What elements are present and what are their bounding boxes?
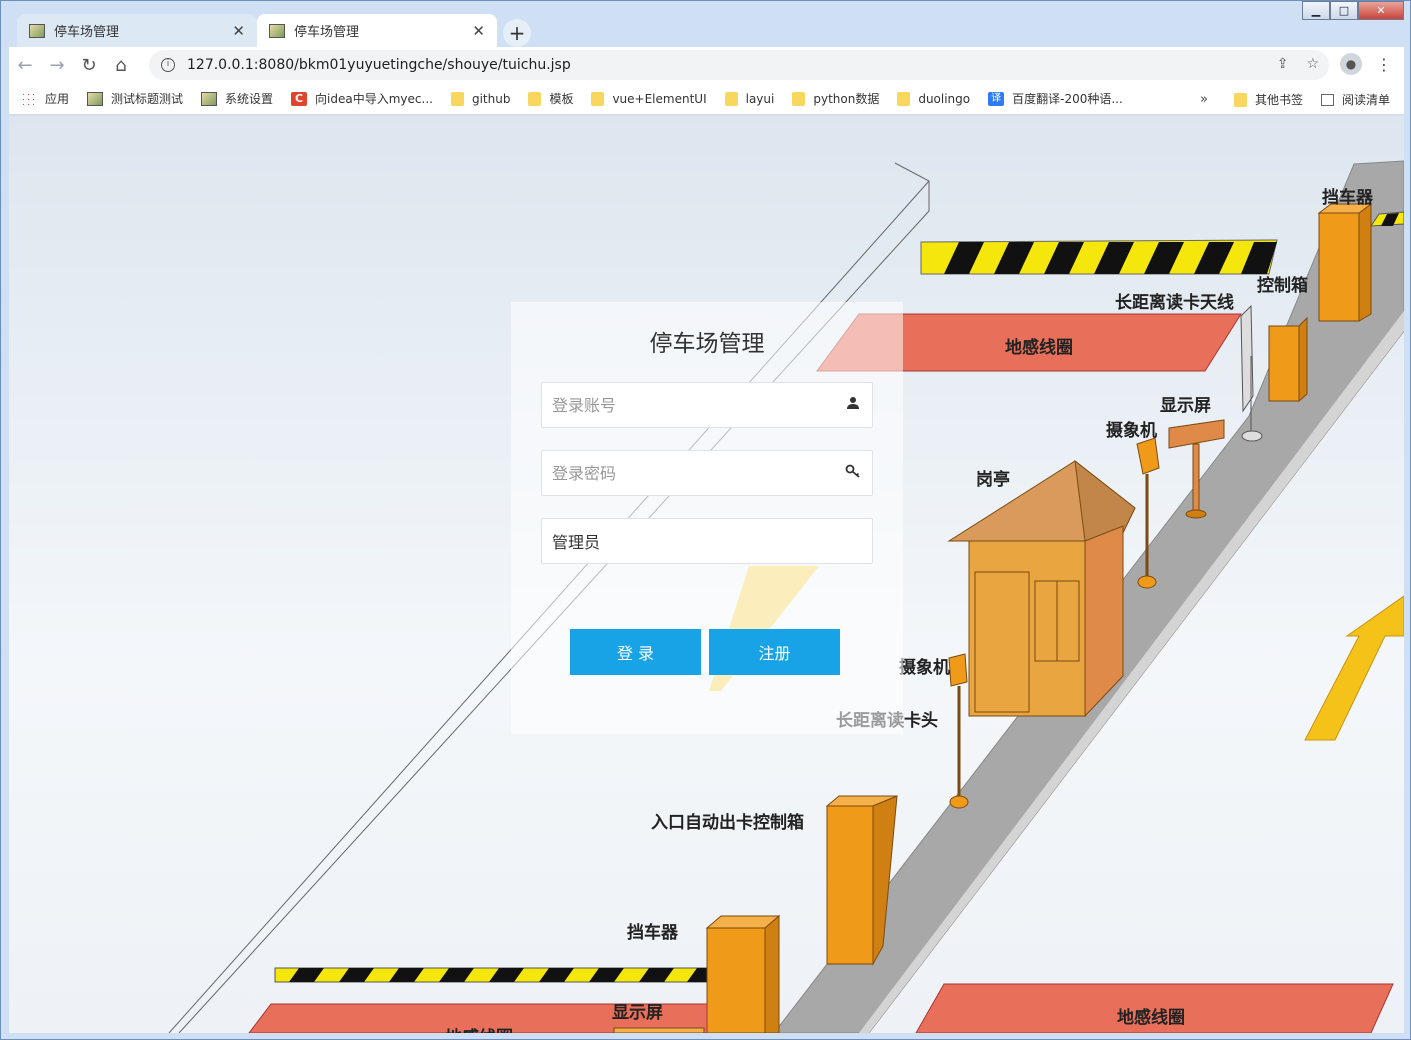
barrier-box-bottom — [705, 914, 781, 1033]
bookmark-other[interactable]: 其他书签 — [1233, 91, 1303, 108]
page-favicon-icon — [269, 23, 285, 38]
user-icon — [844, 396, 862, 414]
label-barrier-bottom: 挡车器 — [627, 923, 678, 943]
folder-icon — [1233, 92, 1247, 107]
password-field[interactable] — [541, 450, 873, 496]
picture-icon — [87, 91, 104, 106]
tab-0[interactable]: 停车场管理 ✕ — [17, 14, 257, 47]
role-select[interactable]: 管理员 — [541, 518, 873, 564]
folder-icon — [591, 91, 605, 106]
folder-icon — [528, 91, 542, 106]
role-selected-value: 管理员 — [552, 533, 601, 552]
bookmarks-bar: 应用 测试标题测试 系统设置 C 向idea中导入myec... github 模… — [9, 83, 1404, 115]
label-control-box: 控制箱 — [1257, 276, 1308, 296]
home-icon[interactable]: ⌂ — [105, 55, 137, 76]
barrier-box-top — [1318, 212, 1360, 322]
bookmark-apps[interactable]: 应用 — [21, 90, 69, 107]
login-button[interactable]: 登 录 — [570, 629, 701, 675]
folder-icon — [792, 91, 806, 106]
bookmark-item[interactable]: 测试标题测试 — [87, 90, 183, 107]
close-icon[interactable]: ✕ — [472, 22, 485, 40]
folder-icon — [724, 91, 738, 106]
bookmark-item[interactable]: 系统设置 — [201, 90, 273, 107]
login-panel: 停车场管理 管理员 登 录 注册 — [511, 302, 903, 734]
page-favicon-icon — [29, 23, 45, 38]
display-screen-bottom — [613, 1027, 705, 1033]
profile-avatar-icon[interactable]: ● — [1340, 53, 1362, 75]
guard-booth — [947, 459, 1136, 718]
browser-window: ▁ □ ✕ 停车场管理 ✕ 停车场管理 ✕ + ← → ↻ ⌂ i 127.0.… — [0, 0, 1411, 1040]
control-box — [1268, 325, 1300, 402]
label-camera-top: 摄象机 — [1106, 421, 1157, 441]
label-loop-bottom-right: 地感线圈 — [1117, 1008, 1185, 1028]
reading-list-icon — [1320, 93, 1334, 106]
label-booth: 岗亭 — [976, 470, 1010, 490]
translate-icon: 译 — [988, 91, 1005, 106]
bookmark-folder[interactable]: python数据 — [792, 90, 879, 107]
window-controls: ▁ □ ✕ — [1302, 1, 1404, 21]
barrier-stripes-bottom — [289, 968, 715, 982]
browser-toolbar: ← → ↻ ⌂ i 127.0.0.1:8080/bkm01yuyuetingc… — [9, 47, 1404, 83]
info-icon[interactable]: i — [161, 58, 175, 72]
password-input[interactable] — [552, 463, 844, 483]
back-arrow-icon[interactable]: ← — [9, 55, 41, 76]
apps-icon — [21, 91, 37, 106]
bookmark-folder[interactable]: 模板 — [528, 90, 573, 107]
yellow-direction-arrow — [1304, 595, 1404, 741]
key-icon — [844, 464, 862, 482]
folder-icon — [450, 91, 464, 106]
bookmark-folder[interactable]: vue+ElementUI — [591, 91, 707, 106]
minimize-button[interactable]: ▁ — [1302, 1, 1330, 20]
tab-title: 停车场管理 — [54, 25, 120, 40]
page-viewport: 挡车器 控制箱 长距离读卡天线 地感线圈 显示屏 摄象机 岗亭 摄象机 长距离读… — [9, 116, 1404, 1033]
bookmark-item[interactable]: C 向idea中导入myec... — [291, 90, 433, 107]
address-bar[interactable]: i 127.0.0.1:8080/bkm01yuyuetingche/shouy… — [149, 50, 1329, 80]
label-loop-top: 地感线圈 — [1005, 338, 1073, 358]
close-icon[interactable]: ✕ — [232, 22, 245, 40]
forward-arrow-icon[interactable]: → — [41, 55, 73, 76]
address-text: 127.0.0.1:8080/bkm01yuyuetingche/shouye/… — [187, 57, 571, 73]
account-input[interactable] — [552, 395, 844, 415]
login-title: 停车场管理 — [649, 331, 765, 357]
bookmark-folder[interactable]: layui — [724, 91, 774, 106]
bookmark-folder[interactable]: github — [450, 91, 510, 106]
reload-icon[interactable]: ↻ — [73, 55, 105, 76]
label-entry-box: 入口自动出卡控制箱 — [651, 813, 804, 833]
label-loop-bottom-left: 地感线圈 — [445, 1023, 513, 1033]
more-bookmarks-icon[interactable]: » — [1200, 92, 1208, 107]
menu-kebab-icon[interactable]: ⋮ — [1376, 55, 1392, 74]
share-icon[interactable]: ⇪ — [1277, 56, 1289, 72]
label-barrier-top: 挡车器 — [1322, 188, 1373, 208]
picture-icon — [201, 91, 218, 106]
bookmark-folder[interactable]: duolingo — [897, 91, 970, 106]
tab-1[interactable]: 停车场管理 ✕ — [257, 14, 497, 47]
reading-list[interactable]: 阅读清单 — [1320, 91, 1390, 108]
register-button[interactable]: 注册 — [709, 629, 840, 675]
close-window-button[interactable]: ✕ — [1358, 1, 1404, 20]
label-antenna: 长距离读卡天线 — [1115, 293, 1234, 313]
label-display-bottom: 显示屏 — [612, 1003, 663, 1023]
label-display-top: 显示屏 — [1160, 396, 1211, 416]
maximize-button[interactable]: □ — [1330, 1, 1358, 20]
bookmark-item[interactable]: 译百度翻译-200种语... — [988, 90, 1123, 107]
new-tab-button[interactable]: + — [503, 19, 531, 47]
tab-title: 停车场管理 — [294, 25, 360, 40]
account-field[interactable] — [541, 382, 873, 428]
tab-strip: 停车场管理 ✕ 停车场管理 ✕ + — [9, 9, 1290, 47]
c-icon: C — [291, 91, 308, 106]
star-icon[interactable]: ☆ — [1306, 56, 1319, 72]
folder-icon — [897, 91, 911, 106]
label-camera-mid: 摄象机 — [899, 658, 950, 678]
